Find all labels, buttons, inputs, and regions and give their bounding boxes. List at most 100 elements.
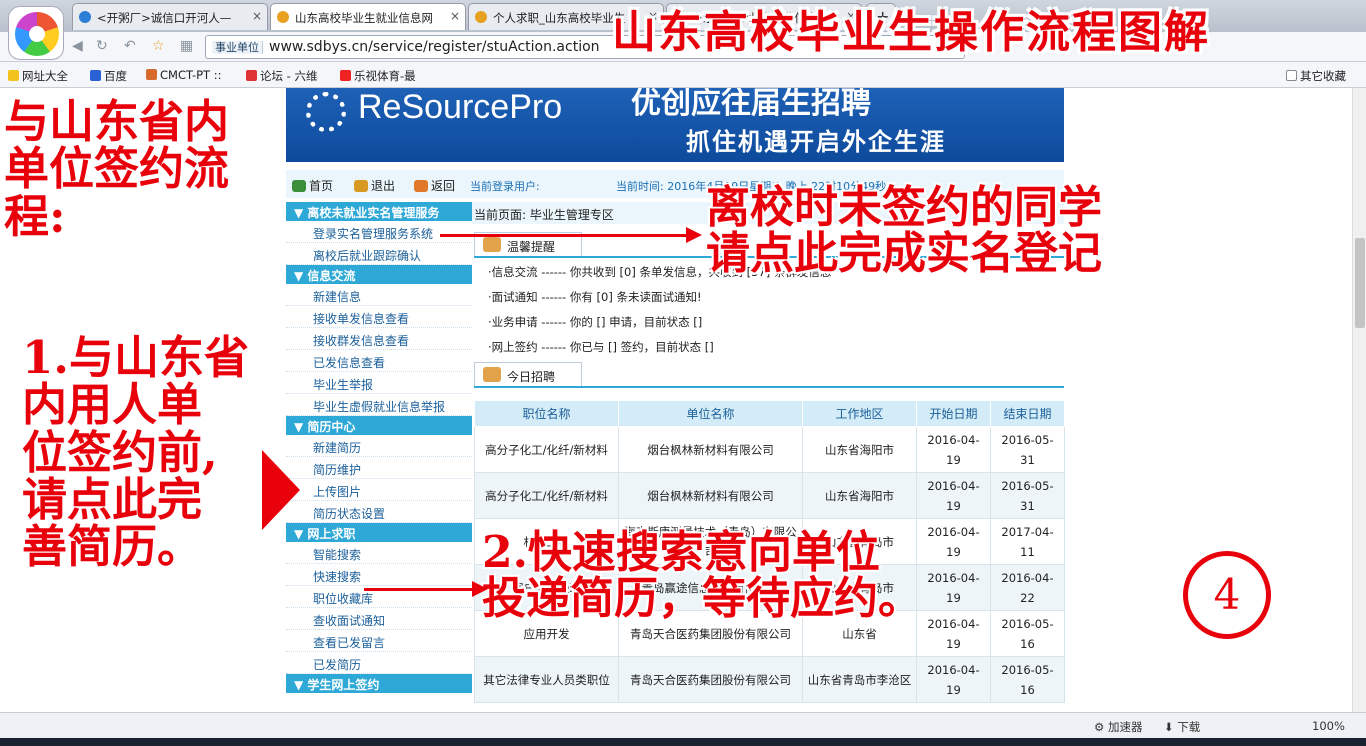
sidebar-item[interactable]: 毕业生虚假就业信息举报 [286,394,472,416]
table-cell: 2016-04-19 [916,426,991,473]
home-link[interactable]: 首页 [292,177,333,194]
bookmark-icon [8,70,19,81]
screenshot-root: <开粥厂>诚信口开河人— × 山东高校毕业生就业信息网 × 个人求职_山东高校毕业生… [0,0,1366,746]
bookmark-item[interactable]: 网址大全 [8,68,68,84]
table-cell: 2016-05-16 [990,656,1065,703]
browser-tab[interactable]: 山东高校毕业生就业信息网 × [270,3,466,30]
sidebar-item[interactable]: 接收单发信息查看 [286,306,472,328]
table-row[interactable]: 高分子化工/化纤/新材料 烟台枫林新材料有限公司 山东省海阳市 2016-04-19 2… [474,472,1065,519]
message-signing[interactable]: ·网上签约 ------ 你已与 [] 签约，目前状态 [] [488,339,714,355]
table-header-cell: 单位名称 [618,400,803,427]
step-badge: 4 [1183,551,1271,639]
sidebar-item[interactable]: 已发信息查看 [286,350,472,372]
sidebar-item[interactable]: 接收群发信息查看 [286,328,472,350]
close-icon[interactable]: × [450,9,460,23]
message-interview[interactable]: ·面试通知 ------ 你有 [0] 条未读面试通知! [488,289,702,305]
sidebar-item[interactable]: 简历状态设置 [286,501,472,523]
sidebar-item[interactable]: 简历维护 [286,457,472,479]
browser-tab[interactable]: <开粥厂>诚信口开河人— × [72,3,268,30]
table-header-cell: 工作地区 [802,400,917,427]
table-cell: 2016-05-31 [990,426,1065,473]
zoom-level[interactable]: 100% [1312,719,1345,733]
banner-headline: 优创应往届生招聘 [631,88,871,121]
table-cell[interactable]: 其它法律专业人员类职位 [474,656,619,703]
table-row[interactable]: 其它法律专业人员类职位 青岛天合医药集团股份有限公司 山东省青岛市李沧区 2016-0… [474,656,1065,703]
sidebar-item[interactable]: 新建简历 [286,435,472,457]
sidebar-item[interactable]: 上传图片 [286,479,472,501]
annotation-left-heading: 与山东省内 单位签约流 程: [4,95,230,243]
browser-status-bar: ⚙ 加速器 ⬇ 下载 100% [0,712,1366,738]
site-icon [79,11,91,23]
sidebar-section-header[interactable]: ▼ 信息交流 [286,265,472,284]
folder-icon [1286,70,1297,81]
table-header-cell: 职位名称 [474,400,619,427]
annotation-step2: 2.快速搜索意向单位 投递简历，等待应约。 [482,527,922,625]
bookmark-item[interactable]: 乐视体育-最 [340,68,416,84]
hammer-icon [483,367,501,382]
sidebar-section-header[interactable]: ▼ 网上求职 [286,523,472,542]
message-business[interactable]: ·业务申请 ------ 你的 [] 申请，目前状态 [] [488,314,702,330]
refresh-icon[interactable]: ↻ [96,38,108,54]
current-user-label: 当前登录用户: [470,180,540,193]
bookmark-icon [246,70,257,81]
accelerator-button[interactable]: ⚙ 加速器 [1094,719,1142,735]
download-button[interactable]: ⬇ 下载 [1164,719,1200,735]
sidebar-item[interactable]: 已发简历 [286,652,472,674]
recruit-banner[interactable]: ReSourcePro 优创应往届生招聘 抓住机遇开启外企生涯 [286,88,1064,162]
close-icon[interactable]: × [252,9,262,23]
bookmark-icon [146,69,157,80]
sidebar-item[interactable]: 新建信息 [286,284,472,306]
table-cell: 2016-05-16 [990,610,1065,657]
back-icon[interactable]: ◀ [72,38,83,54]
sidebar-item[interactable]: 查看已发留言 [286,630,472,652]
site-icon [475,11,487,23]
sidebar-item[interactable]: 登录实名管理服务系统 [286,221,472,243]
letv-icon [340,70,351,81]
bookmark-item[interactable]: 论坛 - 六维 [246,68,317,84]
logout-link[interactable]: 退出 [354,177,395,194]
table-cell: 山东省海阳市 [802,472,917,519]
bookmark-item[interactable]: CMCT-PT :: [146,68,221,82]
table-cell[interactable]: 烟台枫林新材料有限公司 [618,426,803,473]
url-text: www.sdbys.cn/service/register/stuAction.… [269,39,600,55]
download-icon: ⬇ [1164,720,1178,734]
site-icon [277,11,289,23]
table-cell: 2016-04-19 [916,472,991,519]
sidebar-item[interactable]: 查收面试通知 [286,608,472,630]
annotation-step1: 1.与山东省 内用人单 位签约前, 请点此完 善简历。 [22,331,249,573]
table-cell: 山东省海阳市 [802,426,917,473]
table-cell: 2016-04-19 [916,564,991,611]
table-cell[interactable]: 烟台枫林新材料有限公司 [618,472,803,519]
table-cell[interactable]: 青岛天合医药集团股份有限公司 [618,656,803,703]
sidebar-section-header[interactable]: ▼ 学生网上签约 [286,674,472,693]
table-row[interactable]: 高分子化工/化纤/新材料 烟台枫林新材料有限公司 山东省海阳市 2016-04-19 2… [474,426,1065,473]
table-cell: 2016-04-19 [916,610,991,657]
table-header-cell: 开始日期 [916,400,991,427]
table-cell: 2016-05-31 [990,472,1065,519]
page-scrollbar[interactable] [1352,88,1366,712]
sidebar-section-header[interactable]: ▼ 离校未就业实名管理服务 [286,202,472,221]
back-link[interactable]: 返回 [414,177,455,194]
browser-logo-icon[interactable] [8,6,64,60]
sidebar-item[interactable]: 智能搜索 [286,542,472,564]
return-icon [414,180,428,192]
apps-grid-icon[interactable]: ▦ [180,38,193,54]
table-cell: 2016-04-22 [990,564,1065,611]
divider [474,386,1064,388]
bookmark-item[interactable]: 百度 [90,68,127,84]
sidebar-item[interactable]: 快速搜索 [286,564,472,586]
today-jobs-tab[interactable]: 今日招聘 [474,362,582,386]
sidebar-item[interactable]: 毕业生举报 [286,372,472,394]
os-taskbar [0,738,1366,746]
horn-icon [483,237,501,252]
favorite-star-icon[interactable]: ☆ [152,38,165,54]
sidebar-section-header[interactable]: ▼ 简历中心 [286,416,472,435]
table-cell[interactable]: 高分子化工/化纤/新材料 [474,472,619,519]
undo-icon[interactable]: ↶ [124,38,136,54]
sidebar-menu: ▼ 离校未就业实名管理服务 登录实名管理服务系统 离校后就业跟踪确认 ▼ 信息交流 新建… [286,202,472,712]
table-cell: 山东省青岛市李沧区 [802,656,917,703]
other-bookmarks[interactable]: 其它收藏 [1286,68,1346,84]
table-cell[interactable]: 高分子化工/化纤/新材料 [474,426,619,473]
sidebar-item[interactable]: 离校后就业跟踪确认 [286,243,472,265]
scrollbar-thumb[interactable] [1355,238,1365,328]
